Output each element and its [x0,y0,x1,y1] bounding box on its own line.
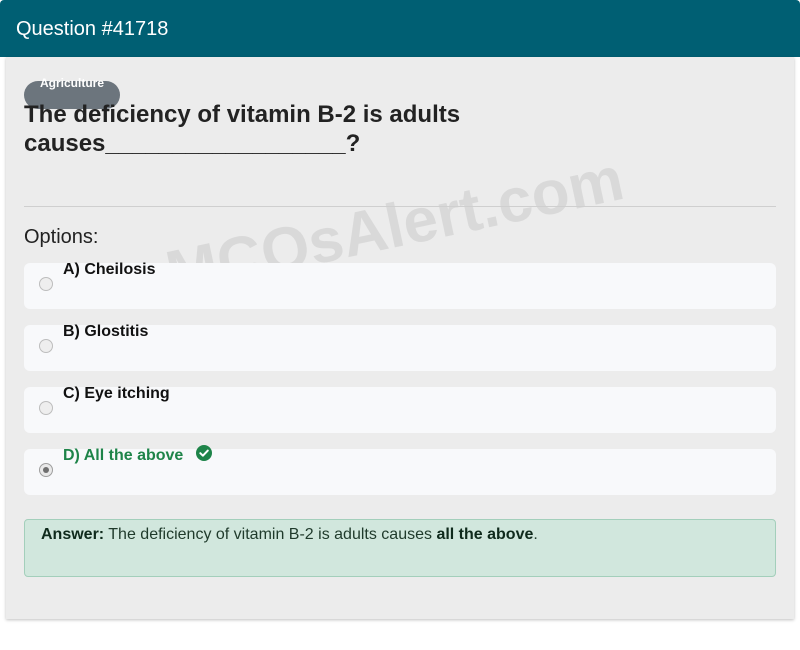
option-b[interactable]: B) Glostitis [24,323,776,371]
option-d-radio[interactable] [39,463,53,477]
option-c-radio[interactable] [39,401,53,415]
answer-box: Answer: The deficiency of vitamin B-2 is… [24,519,776,577]
category-badge-label[interactable]: Agriculture [40,76,104,90]
answer-text: Answer: The deficiency of vitamin B-2 is… [41,526,538,544]
option-d-label[interactable]: D) All the above [63,447,183,465]
answer-suffix: . [533,526,538,543]
option-a-radio[interactable] [39,277,53,291]
option-d[interactable]: D) All the above [24,445,776,495]
answer-body: The deficiency of vitamin B-2 is adults … [104,526,437,543]
option-c-label[interactable]: C) Eye itching [63,385,170,403]
check-circle-icon [196,445,212,461]
question-text: The deficiency of vitamin B-2 is adults … [24,101,461,157]
option-a[interactable]: A) Cheilosis [24,261,776,309]
answer-highlight: all the above [436,526,534,543]
question-header: Question #41718 [0,0,800,57]
answer-prefix: Answer: [41,526,105,543]
option-b-label[interactable]: B) Glostitis [63,323,148,341]
option-c[interactable]: C) Eye itching [24,385,776,433]
option-b-radio[interactable] [39,339,53,353]
options-heading: Options: [24,226,99,248]
option-a-label[interactable]: A) Cheilosis [63,261,155,279]
divider [24,206,776,207]
question-number-title: Question #41718 [16,18,169,40]
